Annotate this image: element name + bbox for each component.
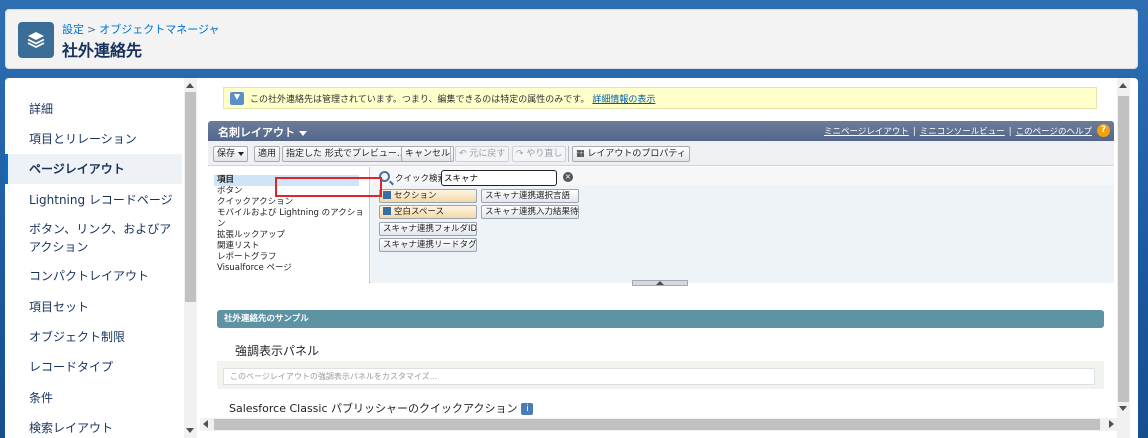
category-related-lists[interactable]: 関連リスト <box>208 241 369 252</box>
layout-selector[interactable]: 名刺レイアウト <box>218 124 307 140</box>
highlights-panel-title: 強調表示パネル <box>235 344 320 358</box>
scroll-thumb[interactable] <box>185 92 196 302</box>
chevron-down-icon <box>299 130 307 136</box>
layout-editor: この社外連絡先は管理されています。つまり、編集できるのは特定の属性のみです。 詳… <box>200 78 1124 426</box>
mini-page-layout-link[interactable]: ミニページレイアウト <box>824 127 909 137</box>
horizontal-scrollbar[interactable] <box>200 418 1117 431</box>
palette-item-section[interactable]: セクション <box>379 189 477 203</box>
section-label: セクション <box>394 191 437 201</box>
content-scrollbar[interactable] <box>1117 78 1130 438</box>
scroll-left-arrow[interactable] <box>203 420 208 428</box>
save-button[interactable]: 保存 <box>213 146 249 162</box>
notice-text: この社外連絡先は管理されています。つまり、編集できるのは特定の属性のみです。 <box>250 94 590 105</box>
properties-icon: ▦ <box>576 149 588 159</box>
scroll-thumb[interactable] <box>1118 96 1129 402</box>
left-nav: 詳細 項目とリレーション ページレイアウト Lightning レコードページ … <box>5 78 182 438</box>
category-quick-actions[interactable]: クイックアクション <box>208 197 369 208</box>
sample-section-header: 社外連絡先のサンプル <box>217 310 1104 328</box>
breadcrumb-setup[interactable]: 設定 <box>62 23 84 36</box>
main-panel: 詳細 項目とリレーション ページレイアウト Lightning レコードページ … <box>5 78 1138 438</box>
scroll-down-arrow[interactable] <box>1119 406 1127 411</box>
sidebar-item-lightning-pages[interactable]: Lightning レコードページ <box>5 191 182 209</box>
page-header: 設定 > オブジェクトマネージャ 社外連絡先 <box>5 9 1138 69</box>
toolbar-separator <box>568 146 569 162</box>
link-separator: | <box>1008 127 1012 137</box>
sidebar-item-details[interactable]: 詳細 <box>5 100 182 118</box>
apply-button[interactable]: 適用 <box>254 146 281 162</box>
scroll-thumb[interactable] <box>214 419 1100 430</box>
scroll-up-arrow[interactable] <box>186 83 194 88</box>
sidebar-item-buttons[interactable]: ボタン、リンク、およびア <box>5 220 182 238</box>
section-icon <box>383 191 391 199</box>
redo-label: やり直し <box>526 149 563 159</box>
redo-button[interactable]: ↷ やり直し <box>512 146 567 162</box>
layout-properties-button[interactable]: ▦ レイアウトのプロパティ <box>572 146 690 162</box>
info-icon[interactable]: i <box>521 403 534 415</box>
download-info-icon <box>230 91 244 105</box>
page-help-link[interactable]: このページのヘルプ <box>1016 127 1092 137</box>
notice-more-info-link[interactable]: 詳細情報の表示 <box>592 92 655 105</box>
breadcrumb: 設定 > オブジェクトマネージャ <box>62 21 219 37</box>
preview-button[interactable]: 指定した 形式でプレビュー... <box>282 146 419 162</box>
palette-splitter[interactable] <box>632 280 688 286</box>
category-expanded-lookups[interactable]: 拡張ルックアップ <box>208 230 369 241</box>
quick-find-input[interactable] <box>441 170 557 186</box>
layout-toolbar: 保存 適用 指定した 形式でプレビュー... キャンセル ↶ 元に戻す ↷ やり… <box>208 141 1114 166</box>
sidebar-item-record-types[interactable]: レコードタイプ <box>5 358 182 376</box>
red-highlight-box <box>275 177 382 197</box>
link-separator: | <box>912 127 916 137</box>
chevron-down-icon <box>238 151 245 156</box>
category-visualforce[interactable]: Visualforce ページ <box>208 263 369 274</box>
sidebar-item-page-layouts[interactable]: ページレイアウト <box>5 154 182 184</box>
quick-actions-label: Salesforce Classic パブリッシャーのクイックアクション <box>229 402 518 415</box>
properties-label: レイアウトのプロパティ <box>587 149 686 159</box>
breadcrumb-separator: > <box>87 23 97 36</box>
highlights-panel-placeholder[interactable]: このページレイアウトの強調表示パネルをカスタマイズ... <box>223 368 1095 385</box>
layout-title-bar: 名刺レイアウト ミニページレイアウト | ミニコンソールビュー | このページのヘルプ … <box>208 121 1114 141</box>
left-nav-scrollbar[interactable] <box>184 78 197 438</box>
sidebar-item-search-layouts[interactable]: 検索レイアウト <box>5 419 182 437</box>
palette-item-input-wait[interactable]: スキャナ連携入力結果待ち <box>481 205 579 219</box>
quick-find-label: クイック検索 <box>395 174 447 184</box>
palette-item-lead-tag[interactable]: スキャナ連携リードタグ <box>379 238 477 252</box>
scroll-right-arrow[interactable] <box>1109 420 1114 428</box>
palette-item-folder-id[interactable]: スキャナ連携フォルダID <box>379 222 477 236</box>
preview-label: 指定した 形式でプレビュー... <box>286 149 406 159</box>
layout-name: 名刺レイアウト <box>218 126 295 139</box>
sidebar-item-buttons-cont[interactable]: アクション <box>5 238 182 256</box>
scroll-up-arrow[interactable] <box>1119 83 1127 88</box>
undo-label: 元に戻す <box>469 149 506 159</box>
layout-links: ミニページレイアウト | ミニコンソールビュー | このページのヘルプ <box>824 125 1092 137</box>
page-title: 社外連絡先 <box>62 41 143 60</box>
blank-space-icon <box>383 207 391 215</box>
redo-icon: ↷ <box>516 149 527 159</box>
sidebar-item-field-sets[interactable]: 項目セット <box>5 298 182 316</box>
blank-space-label: 空白スペース <box>394 207 444 217</box>
undo-icon: ↶ <box>459 149 470 159</box>
save-label: 保存 <box>217 149 236 159</box>
breadcrumb-object-manager[interactable]: オブジェクトマネージャ <box>99 23 219 36</box>
undo-button[interactable]: ↶ 元に戻す <box>455 146 510 162</box>
managed-notice: この社外連絡先は管理されています。つまり、編集できるのは特定の属性のみです。 詳… <box>223 87 1097 109</box>
sidebar-item-compact-layouts[interactable]: コンパクトレイアウト <box>5 267 182 285</box>
quick-actions-title: Salesforce Classic パブリッシャーのクイックアクション i <box>229 400 534 416</box>
mini-console-view-link[interactable]: ミニコンソールビュー <box>920 127 1005 137</box>
category-mobile-actions[interactable]: モバイルおよび Lightning のアクション <box>208 208 369 230</box>
sidebar-item-fields[interactable]: 項目とリレーション <box>5 130 182 148</box>
scroll-down-arrow[interactable] <box>186 428 194 433</box>
clear-icon[interactable]: × <box>563 172 573 182</box>
cancel-button[interactable]: キャンセル <box>401 146 455 162</box>
sidebar-item-conditions[interactable]: 条件 <box>5 389 182 407</box>
palette-item-language[interactable]: スキャナ連携選択言語 <box>481 189 579 203</box>
sidebar-item-object-limits[interactable]: オブジェクト制限 <box>5 328 182 346</box>
layers-icon <box>18 22 54 58</box>
category-report-charts[interactable]: レポートグラフ <box>208 252 369 263</box>
toolbar-separator <box>450 146 451 162</box>
palette-item-blank-space[interactable]: 空白スペース <box>379 205 477 219</box>
help-icon[interactable]: ? <box>1097 124 1110 137</box>
